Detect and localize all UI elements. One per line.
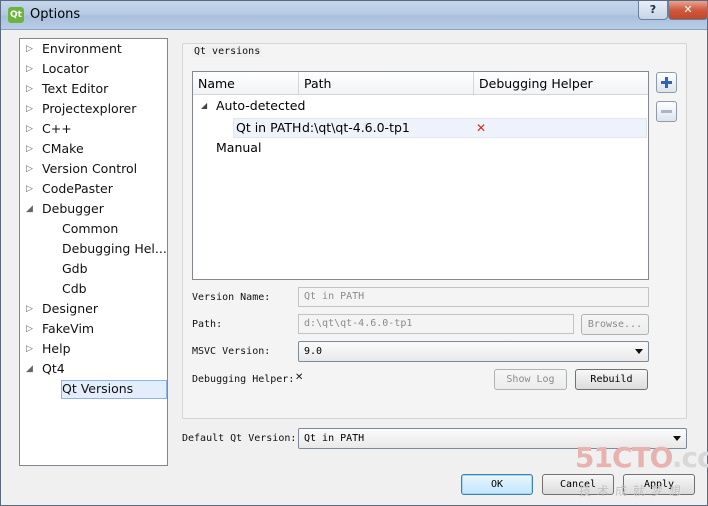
close-button[interactable]: ✕ xyxy=(668,1,708,20)
expand-arrow-icon[interactable]: ▷ xyxy=(26,79,33,99)
column-header-path[interactable]: Path xyxy=(299,72,474,95)
default-qt-version-value: Qt in PATH xyxy=(304,433,365,444)
tree-item-common[interactable]: Common xyxy=(62,219,118,239)
msvc-version-value: 9.0 xyxy=(304,346,323,357)
watermark-brand-a: 51CTO xyxy=(575,441,673,474)
tree-item-designer[interactable]: Designer xyxy=(42,299,98,319)
qt-app-icon: Qt xyxy=(8,7,24,23)
default-qt-version-label: Default Qt Version: xyxy=(182,433,297,444)
tree-item-locator[interactable]: Locator xyxy=(42,59,89,79)
tree-item-text-editor[interactable]: Text Editor xyxy=(42,79,108,99)
remove-version-button[interactable] xyxy=(656,101,677,122)
tree-item-projectexplorer[interactable]: Projectexplorer xyxy=(42,99,136,119)
browse-button[interactable]: Browse... xyxy=(581,314,649,335)
watermark-tagline: 技术成就梦想 xyxy=(579,484,688,498)
path-field[interactable]: d:\qt\qt-4.6.0-tp1 xyxy=(298,314,574,334)
show-log-button[interactable]: Show Log xyxy=(494,369,567,390)
expand-arrow-icon[interactable]: ▷ xyxy=(26,99,33,119)
window-title: Options xyxy=(30,7,81,22)
qt-in-path-path-cell: d:\qt\qt-4.6.0-tp1 xyxy=(302,120,410,135)
plus-icon-stroke xyxy=(665,77,668,88)
tree-item-help[interactable]: Help xyxy=(42,339,71,359)
collapse-arrow-icon[interactable]: ◢ xyxy=(26,199,33,219)
expand-arrow-icon[interactable]: ▷ xyxy=(26,319,33,339)
qt-versions-table[interactable]: Name Path Debugging Helper ◢ Auto-detect… xyxy=(192,71,649,280)
column-header-debugging-helper[interactable]: Debugging Helper xyxy=(474,72,648,95)
table-header: Name Path Debugging Helper xyxy=(193,72,648,95)
watermark-brand-b: .com xyxy=(671,441,708,474)
collapse-arrow-icon[interactable]: ◢ xyxy=(201,96,207,116)
expand-arrow-icon[interactable]: ▷ xyxy=(26,339,33,359)
tree-item-environment[interactable]: Environment xyxy=(42,39,122,59)
debugging-helper-label: Debugging Helper: xyxy=(192,374,295,385)
column-header-name[interactable]: Name xyxy=(193,72,299,95)
options-dialog: Qt Options ? ✕ ▷ Environment ▷ Locator ▷… xyxy=(0,0,708,506)
tree-item-debugging-helper[interactable]: Debugging Hel... xyxy=(62,239,167,259)
qt-in-path-name-cell: Qt in PATH xyxy=(236,120,302,135)
expand-arrow-icon[interactable]: ▷ xyxy=(26,159,33,179)
tree-item-qt-versions[interactable]: Qt Versions xyxy=(62,379,133,399)
tree-item-debugger[interactable]: Debugger xyxy=(42,199,104,219)
qt-versions-group-title: Qt versions xyxy=(192,46,263,57)
tree-item-cmake[interactable]: CMake xyxy=(42,139,84,159)
chevron-down-icon xyxy=(635,349,643,354)
watermark-logo: 51CTO.com xyxy=(575,441,708,474)
tree-item-fakevim[interactable]: FakeVim xyxy=(42,319,94,339)
path-label: Path: xyxy=(192,319,223,330)
table-row-manual[interactable]: Manual xyxy=(216,138,261,158)
minus-icon xyxy=(661,110,672,113)
expand-arrow-icon[interactable]: ▷ xyxy=(26,299,33,319)
ok-button[interactable]: OK xyxy=(461,474,533,495)
add-version-button[interactable] xyxy=(656,72,677,93)
category-tree[interactable]: ▷ Environment ▷ Locator ▷ Text Editor ▷ … xyxy=(19,38,168,466)
rebuild-button[interactable]: Rebuild xyxy=(575,369,648,390)
error-x-icon: ✕ xyxy=(476,121,487,135)
msvc-version-label: MSVC Version: xyxy=(192,346,271,357)
tree-item-cdb[interactable]: Cdb xyxy=(62,279,87,299)
msvc-version-select[interactable]: 9.0 xyxy=(298,341,649,362)
expand-arrow-icon[interactable]: ▷ xyxy=(26,119,33,139)
help-button[interactable]: ? xyxy=(638,1,668,20)
version-name-field[interactable]: Qt in PATH xyxy=(298,287,649,307)
expand-arrow-icon[interactable]: ▷ xyxy=(26,179,33,199)
tree-item-gdb[interactable]: Gdb xyxy=(62,259,88,279)
tree-item-codepaster[interactable]: CodePaster xyxy=(42,179,113,199)
tree-item-qt4[interactable]: Qt4 xyxy=(42,359,65,379)
title-bar[interactable]: Qt Options ? ✕ xyxy=(1,1,708,30)
tree-item-version-control[interactable]: Version Control xyxy=(42,159,137,179)
tree-item-cpp[interactable]: C++ xyxy=(42,119,72,139)
table-row-auto-detected[interactable]: Auto-detected xyxy=(216,96,305,116)
error-x-icon: ✕ xyxy=(295,372,304,383)
collapse-arrow-icon[interactable]: ◢ xyxy=(26,359,33,379)
version-name-label: Version Name: xyxy=(192,292,271,303)
expand-arrow-icon[interactable]: ▷ xyxy=(26,59,33,79)
expand-arrow-icon[interactable]: ▷ xyxy=(26,139,33,159)
expand-arrow-icon[interactable]: ▷ xyxy=(26,39,33,59)
